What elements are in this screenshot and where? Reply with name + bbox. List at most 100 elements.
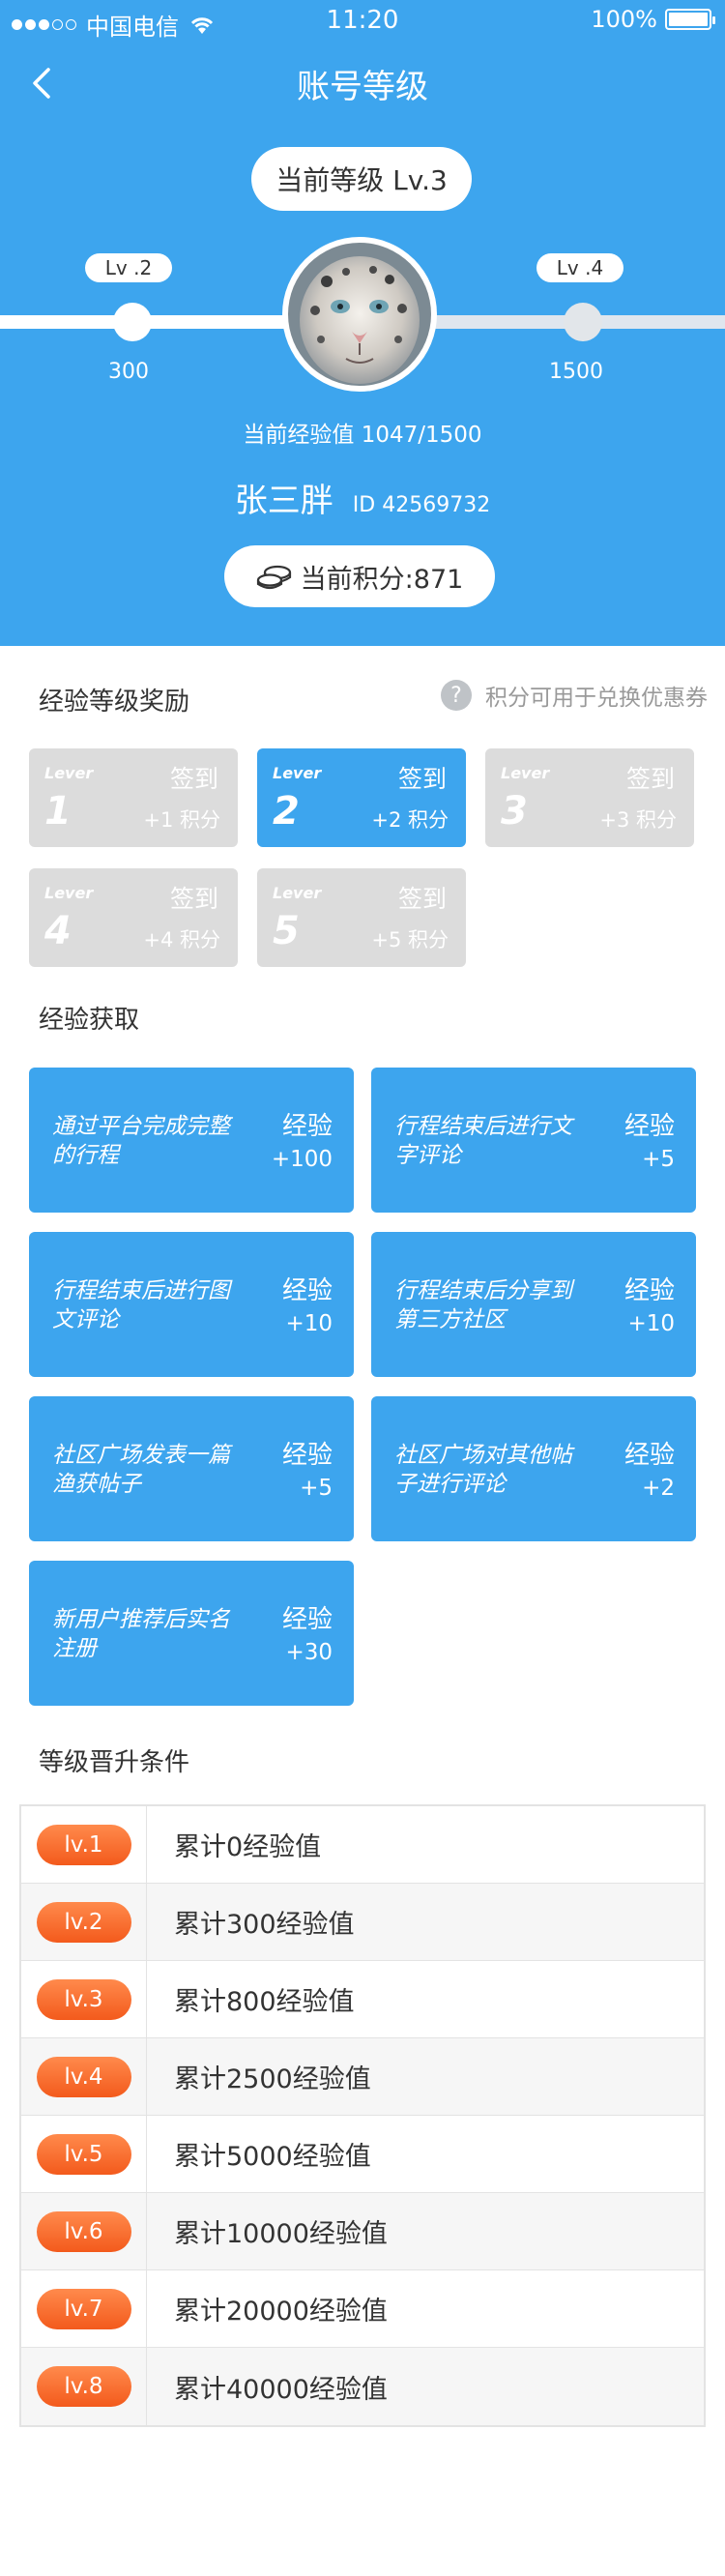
exp-label: 经验 [281, 1276, 333, 1305]
reward-sign-label: 签到 [397, 765, 447, 793]
question-icon[interactable]: ? [441, 680, 472, 711]
next-level-knob [564, 303, 602, 341]
battery-icon [665, 9, 715, 30]
table-row: lv.3 累计800经验值 [21, 1961, 704, 2038]
coins-icon [256, 565, 291, 590]
exp-desc: 社区广场发表一篇渔获帖子 [52, 1443, 230, 1497]
reward-sign-label: 签到 [625, 765, 675, 793]
table-row: lv.4 累计2500经验值 [21, 2038, 704, 2116]
reward-sign-label: 签到 [169, 885, 218, 913]
level-badge: lv.7 [36, 2288, 131, 2329]
exp-desc: 行程结束后分享到第三方社区 [394, 1278, 572, 1332]
exp-label: 经验 [281, 1605, 333, 1634]
exp-value: +2 [642, 1476, 675, 1501]
exp-value: +30 [285, 1640, 333, 1665]
exp-card[interactable]: 社区广场对其他帖子进行评论 经验 +2 [371, 1396, 696, 1541]
exp-card[interactable]: 新用户推荐后实名注册 经验 +30 [29, 1561, 354, 1706]
exp-desc: 行程结束后进行图文评论 [52, 1278, 230, 1332]
exp-value: +5 [300, 1476, 333, 1501]
exp-label: 经验 [281, 1441, 333, 1470]
exp-value: +5 [642, 1147, 675, 1172]
current-level-pill: 当前等级 Lv.3 [251, 147, 472, 211]
exp-value: +100 [271, 1147, 333, 1172]
reward-level-number: 1 [44, 789, 72, 834]
upgrade-table: lv.1 累计0经验值 lv.2 累计300经验值 lv.3 累计800经验值 … [19, 1804, 706, 2427]
table-row: lv.2 累计300经验值 [21, 1884, 704, 1961]
reward-bonus: +2 积分 [371, 808, 449, 832]
table-row: lv.5 累计5000经验值 [21, 2116, 704, 2193]
reward-card-lv1[interactable]: Lever 1 签到 +1 积分 [29, 748, 238, 847]
user-info: 张三胖 ID 42569732 [0, 474, 725, 521]
level-condition: 累计300经验值 [174, 1910, 355, 1940]
user-name: 张三胖 [234, 482, 334, 520]
exp-card[interactable]: 行程结束后进行图文评论 经验 +10 [29, 1232, 354, 1377]
table-row: lv.6 累计10000经验值 [21, 2193, 704, 2270]
points-help-text: 积分可用于兑换优惠券 [485, 686, 708, 711]
status-right: 100% [591, 6, 715, 33]
exp-card[interactable]: 社区广场发表一篇渔获帖子 经验 +5 [29, 1396, 354, 1541]
reward-card-lv5[interactable]: Lever 5 签到 +5 积分 [257, 868, 466, 967]
level-condition: 累计20000经验值 [174, 2297, 388, 2327]
header-banner: 中国电信 11:20 100% 账号等级 当前等级 Lv.3 Lv .2 Lv … [0, 0, 725, 646]
level-badge: lv.6 [36, 2210, 131, 2252]
exp-label: 经验 [624, 1112, 675, 1141]
points-pill[interactable]: 当前积分:871 [224, 545, 495, 607]
exp-card[interactable]: 行程结束后分享到第三方社区 经验 +10 [371, 1232, 696, 1377]
page-title: 账号等级 [297, 68, 428, 106]
level-condition: 累计5000经验值 [174, 2142, 371, 2172]
level-badge: lv.1 [36, 1824, 131, 1865]
exp-label: 经验 [624, 1441, 675, 1470]
level-badge: lv.2 [36, 1901, 131, 1943]
battery-percent: 100% [591, 6, 657, 33]
exp-desc: 行程结束后进行文字评论 [394, 1114, 572, 1168]
points-label: 当前积分:871 [300, 564, 464, 595]
snow-leopard-avatar-image [288, 243, 431, 386]
reward-sign-label: 签到 [169, 765, 218, 793]
exp-section-title: 经验获取 [39, 1006, 140, 1035]
next-level-value: 1500 [549, 360, 603, 384]
exp-card[interactable]: 通过平台完成完整的行程 经验 +100 [29, 1068, 354, 1213]
points-help[interactable]: ? 积分可用于兑换优惠券 [441, 679, 708, 712]
prev-level-knob [113, 303, 152, 341]
reward-level-number: 4 [44, 909, 72, 953]
reward-bonus: +4 积分 [143, 928, 220, 951]
reward-lever-label: Lever [501, 764, 550, 782]
reward-lever-label: Lever [44, 764, 94, 782]
reward-lever-label: Lever [273, 764, 322, 782]
exp-value: +10 [627, 1311, 675, 1336]
current-exp-text: 当前经验值 1047/1500 [243, 423, 482, 448]
reward-bonus: +3 积分 [599, 808, 677, 832]
reward-card-lv3[interactable]: Lever 3 签到 +3 积分 [485, 748, 694, 847]
table-row: lv.8 累计40000经验值 [21, 2348, 704, 2425]
status-bar: 中国电信 11:20 100% [0, 0, 725, 41]
reward-card-lv4[interactable]: Lever 4 签到 +4 积分 [29, 868, 238, 967]
exp-value: +10 [285, 1311, 333, 1336]
reward-level-number: 3 [501, 789, 528, 834]
level-badge: lv.8 [36, 2366, 131, 2407]
level-condition: 累计10000经验值 [174, 2219, 388, 2249]
reward-lever-label: Lever [273, 884, 322, 902]
table-row: lv.1 累计0经验值 [21, 1806, 704, 1884]
level-condition: 累计2500经验值 [174, 2064, 371, 2094]
reward-card-lv2[interactable]: Lever 2 签到 +2 积分 [257, 748, 466, 847]
level-badge: lv.3 [36, 1978, 131, 2020]
exp-label: 经验 [624, 1276, 675, 1305]
level-condition: 累计40000经验值 [174, 2374, 388, 2405]
prev-level-tag: Lv .2 [85, 253, 172, 282]
reward-bonus: +5 积分 [371, 928, 449, 951]
reward-sign-label: 签到 [397, 885, 447, 913]
reward-lever-label: Lever [44, 884, 94, 902]
level-condition: 累计0经验值 [174, 1832, 322, 1862]
avatar[interactable] [282, 237, 437, 392]
upgrade-section-title: 等级晋升条件 [39, 1748, 190, 1777]
reward-level-number: 5 [273, 909, 300, 953]
exp-desc: 社区广场对其他帖子进行评论 [394, 1443, 572, 1497]
exp-desc: 新用户推荐后实名注册 [52, 1607, 230, 1661]
level-badge: lv.4 [36, 2056, 131, 2097]
exp-desc: 通过平台完成完整的行程 [52, 1114, 230, 1168]
exp-card[interactable]: 行程结束后进行文字评论 经验 +5 [371, 1068, 696, 1213]
rewards-section-title: 经验等级奖励 [39, 688, 190, 717]
table-row: lv.7 累计20000经验值 [21, 2270, 704, 2348]
exp-label: 经验 [281, 1112, 333, 1141]
level-badge: lv.5 [36, 2133, 131, 2175]
